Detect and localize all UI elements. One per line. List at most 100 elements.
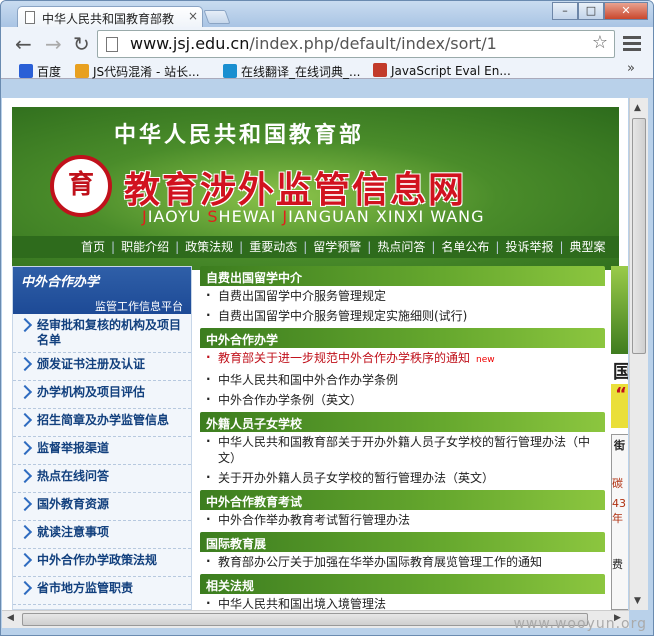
nav-separator: | [495, 240, 500, 254]
reload-icon[interactable]: ↻ [73, 32, 90, 56]
vertical-scrollbar[interactable]: ▲ ▼ [629, 98, 648, 610]
sidebar-item[interactable]: 中外合作办学政策法规 [13, 549, 191, 577]
new-tab-button[interactable] [203, 10, 231, 24]
nav-link[interactable]: 典型案 [570, 240, 606, 254]
minimize-button[interactable]: – [552, 2, 578, 20]
section-heading: 国际教育展 [200, 532, 605, 552]
forward-icon[interactable]: → [45, 32, 62, 56]
right-banner [611, 266, 628, 354]
article-title: 中外合作办学条例（英文） [218, 393, 363, 407]
sidebar-item[interactable]: 办学机构及项目评估 [13, 381, 191, 409]
article-link[interactable]: 中华人民共和国中外合作办学条例 [200, 370, 605, 390]
bookmark-label: JS代码混淆 - 站长... [93, 65, 200, 79]
sidebar-item[interactable]: 颁发证书注册及认证 [13, 353, 191, 381]
section-heading: 相关法规 [200, 574, 605, 594]
sidebar-list: 经审批和复核的机构及项目名单 颁发证书注册及认证 办学机构及项目评估 招生简章及办学监… [13, 314, 191, 605]
nav-link[interactable]: 名单公布 [441, 240, 489, 254]
article-title: 中华人民共和国中外合作办学条例 [218, 373, 399, 387]
sidebar: 中外合作办学 监管工作信息平台 经审批和复核的机构及项目名单 颁发证书注册及认证办… [12, 266, 192, 610]
scroll-down-icon[interactable]: ▼ [634, 596, 641, 606]
nav-link[interactable]: 重要动态 [249, 240, 297, 254]
title-bar: 中华人民共和国教育部教 × – □ ✕ [1, 1, 653, 29]
article-link[interactable]: 中华人民共和国出境入境管理法 [200, 594, 605, 610]
star-icon[interactable]: ☆ [592, 32, 608, 53]
article-link[interactable]: 关于开办外籍人员子女学校的暂行管理办法（英文） [200, 468, 605, 488]
ministry-logo-icon: 育 [50, 155, 112, 217]
right-box: 街 碳 43 年 费 [611, 434, 628, 610]
sidebar-item[interactable]: 省市地方监管职责 [13, 577, 191, 605]
scroll-up-icon[interactable]: ▲ [634, 103, 641, 113]
article-title: 教育部办公厅关于加强在华举办国际教育展览管理工作的通知 [218, 555, 543, 569]
url-path: /index.php/default/index/sort/1 [249, 34, 497, 53]
ministry-title: 中华人民共和国教育部 [114, 122, 365, 148]
section-heading: 中外合作办学 [200, 328, 605, 348]
content-section: 自费出国留学中介自费出国留学中介服务管理规定自费出国留学中介服务管理规定实施细则… [200, 266, 605, 326]
sidebar-item[interactable]: 监督举报渠道 [13, 437, 191, 465]
nav-link[interactable]: 政策法规 [185, 240, 233, 254]
address-bar[interactable]: www.jsj.edu.cn/index.php/default/index/s… [97, 30, 615, 58]
nav-separator: | [559, 240, 564, 254]
maximize-button[interactable]: □ [578, 2, 604, 20]
bookmark-label: 在线翻译_在线词典_... [241, 65, 361, 79]
menu-icon[interactable] [623, 33, 641, 54]
bookmark-label: JavaScript Eval En... [391, 64, 511, 78]
article-link[interactable]: 中外合作举办教育考试暂行管理办法 [200, 510, 605, 530]
article-link[interactable]: 中华人民共和国教育部关于开办外籍人员子女学校的暂行管理办法（中文） [200, 432, 605, 468]
scroll-thumb[interactable] [632, 118, 646, 354]
article-link[interactable]: 中外合作办学条例（英文） [200, 390, 605, 410]
back-icon[interactable]: ← [15, 32, 32, 56]
content-section: 中外合作办学教育部关于进一步规范中外合作办学秩序的通知 new 中华人民共和国中外合… [200, 328, 605, 410]
sidebar-item[interactable]: 招生简章及办学监管信息 [13, 409, 191, 437]
article-title: 自费出国留学中介服务管理规定实施细则(试行) [218, 309, 468, 323]
sidebar-item[interactable]: 就读注意事项 [13, 521, 191, 549]
sidebar-header: 中外合作办学 监管工作信息平台 [13, 267, 191, 314]
site-pinyin: JIAOYU SHEWAI JIANGUAN XINXI WANG [142, 207, 485, 226]
bookmark-item[interactable]: 在线翻译_在线词典_... [223, 63, 360, 80]
toolbar: ← → ↻ www.jsj.edu.cn/index.php/default/i… [1, 27, 653, 79]
nav-link[interactable]: 首页 [81, 240, 105, 254]
nav-separator: | [111, 240, 116, 254]
sidebar-item[interactable]: 国外教育资源 [13, 493, 191, 521]
sidebar-item[interactable]: 热点在线问答 [13, 465, 191, 493]
content-section: 国际教育展教育部办公厅关于加强在华举办国际教育展览管理工作的通知 [200, 532, 605, 572]
browser-tab[interactable]: 中华人民共和国教育部教 × [17, 6, 203, 29]
article-link[interactable]: 自费出国留学中介服务管理规定实施细则(试行) [200, 306, 605, 326]
sidebar-title: 中外合作办学 [21, 275, 100, 290]
nav-link[interactable]: 职能介绍 [121, 240, 169, 254]
watermark: www.wooyun.org [513, 616, 647, 632]
close-window-button[interactable]: ✕ [604, 2, 648, 20]
article-link[interactable]: 自费出国留学中介服务管理规定 [200, 286, 605, 306]
article-title: 自费出国留学中介服务管理规定 [218, 289, 387, 303]
page-viewport: 中华人民共和国教育部 育 教育涉外监管信息网 JIAOYU SHEWAI JIA… [2, 98, 628, 610]
sidebar-subtitle: 监管工作信息平台 [95, 300, 183, 313]
content-section: 相关法规中华人民共和国出境入境管理法 [200, 574, 605, 610]
page-icon [25, 11, 35, 24]
section-heading: 外籍人员子女学校 [200, 412, 605, 432]
bookmark-item[interactable]: JavaScript Eval En... [373, 63, 511, 78]
nav-link[interactable]: 留学预警 [313, 240, 361, 254]
article-link[interactable]: 教育部关于进一步规范中外合作办学秩序的通知 new [200, 348, 605, 370]
page-icon [106, 37, 118, 52]
top-navigation: 首页 | 职能介绍 | 政策法规 | 重要动态 | 留学预警 | 热点问答 | 名单公布 | 投诉举报 | 典型… [12, 236, 619, 258]
bookmark-item[interactable]: JS代码混淆 - 站长... [75, 63, 200, 80]
scroll-left-icon[interactable]: ◀ [7, 613, 14, 623]
tab-title: 中华人民共和国教育部教 [42, 12, 175, 26]
scroll-thumb-h[interactable] [22, 613, 588, 626]
bookmarks-more-icon[interactable]: » [627, 61, 635, 76]
content-section: 中外合作教育考试中外合作举办教育考试暂行管理办法 [200, 490, 605, 530]
sidebar-item[interactable]: 经审批和复核的机构及项目名单 [13, 314, 191, 353]
section-heading: 自费出国留学中介 [200, 266, 605, 286]
bookmark-item[interactable]: 百度 [19, 63, 61, 80]
nav-link[interactable]: 热点问答 [377, 240, 425, 254]
content-section: 外籍人员子女学校中华人民共和国教育部关于开办外籍人员子女学校的暂行管理办法（中文… [200, 412, 605, 488]
bookmark-label: 百度 [37, 65, 62, 79]
nav-separator: | [367, 240, 372, 254]
browser-window: 中华人民共和国教育部教 × – □ ✕ ← → ↻ www.jsj.edu.cn… [0, 0, 654, 636]
right-column: 国 “ 街 碳 43 年 费 [611, 266, 628, 610]
site-title: 教育涉外监管信息网 [124, 169, 467, 211]
nav-link[interactable]: 投诉举报 [505, 240, 553, 254]
nav-separator: | [175, 240, 180, 254]
globe-icon [223, 64, 237, 78]
tab-close-icon[interactable]: × [188, 9, 198, 23]
article-link[interactable]: 教育部办公厅关于加强在华举办国际教育展览管理工作的通知 [200, 552, 605, 572]
